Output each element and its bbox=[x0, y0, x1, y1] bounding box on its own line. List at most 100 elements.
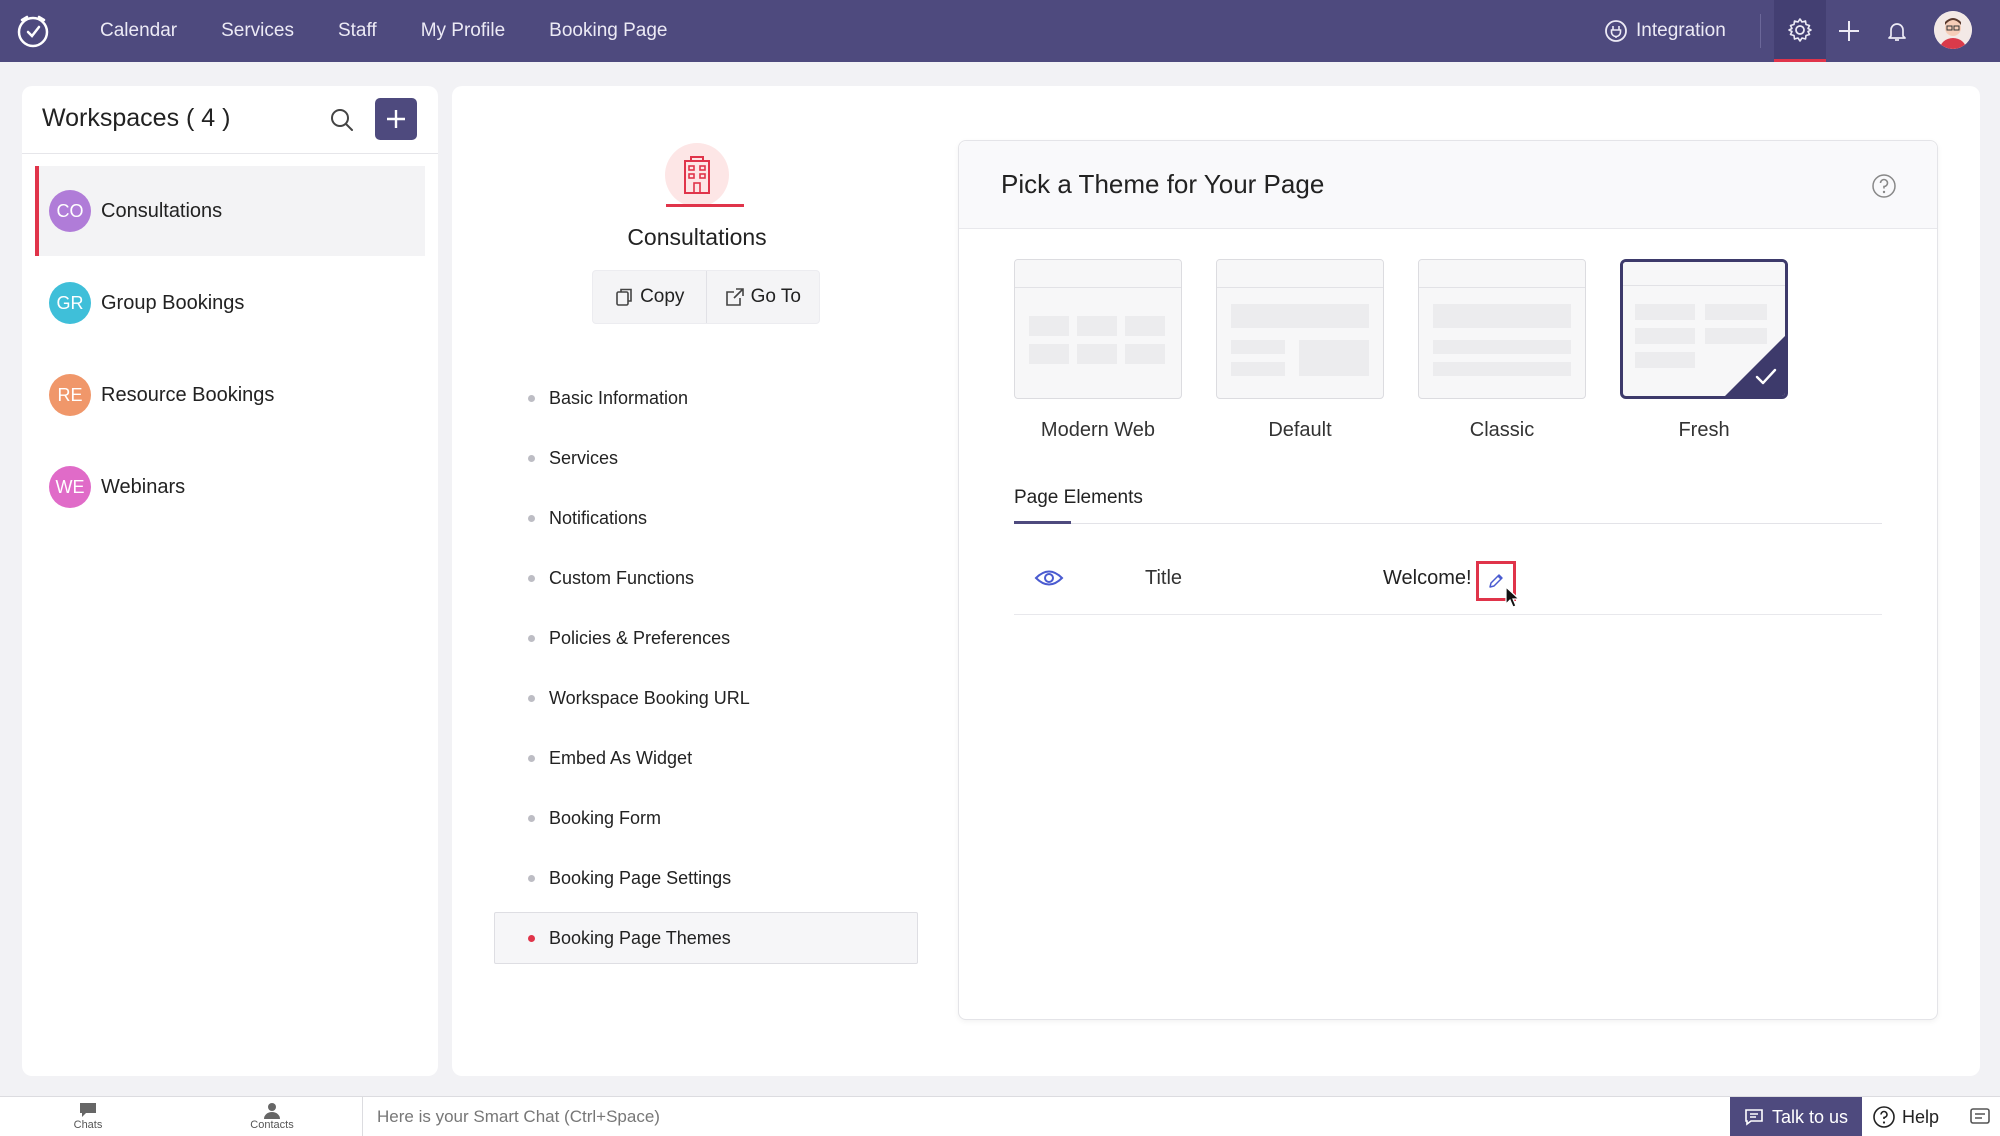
talk-to-us-label: Talk to us bbox=[1771, 1106, 1849, 1127]
nav-services[interactable]: Services bbox=[221, 20, 294, 42]
workspaces-header: Workspaces ( 4 ) bbox=[22, 86, 438, 154]
nav-staff[interactable]: Staff bbox=[338, 20, 377, 42]
contacts-button[interactable]: Contacts bbox=[232, 1101, 312, 1131]
menu-label: Custom Functions bbox=[549, 567, 695, 588]
page-element-row-title: Title Welcome! bbox=[1014, 549, 1882, 615]
chats-label: Chats bbox=[73, 1119, 103, 1131]
active-tab-indicator bbox=[1014, 521, 1071, 524]
menu-booking-page-settings[interactable]: Booking Page Settings bbox=[494, 848, 918, 908]
goto-label: Go To bbox=[750, 286, 801, 307]
menu-label: Services bbox=[549, 447, 619, 468]
menu-label: Booking Page Themes bbox=[549, 927, 731, 948]
menu-label: Embed As Widget bbox=[549, 747, 693, 768]
settings-menu: Basic Information Services Notifications… bbox=[494, 368, 918, 964]
building-icon bbox=[665, 143, 729, 207]
bullet bbox=[528, 814, 535, 822]
add-button[interactable] bbox=[1832, 14, 1866, 48]
bullet bbox=[528, 694, 535, 702]
menu-label: Policies & Preferences bbox=[549, 627, 731, 648]
menu-basic-information[interactable]: Basic Information bbox=[494, 368, 918, 428]
page-element-value: Welcome! bbox=[1383, 567, 1472, 589]
workspace-name: Resource Bookings bbox=[101, 383, 275, 406]
integration-icon bbox=[1605, 20, 1627, 42]
bell-icon bbox=[1888, 23, 1906, 41]
app-logo-icon[interactable] bbox=[14, 12, 52, 50]
menu-label: Booking Page Settings bbox=[549, 867, 732, 888]
menu-notifications[interactable]: Notifications bbox=[494, 488, 918, 548]
feedback-icon[interactable] bbox=[1968, 1105, 1992, 1129]
plus-icon bbox=[387, 110, 405, 128]
icon-underline bbox=[666, 204, 744, 207]
bullet bbox=[528, 394, 535, 402]
main-nav: Calendar Services Staff My Profile Booki… bbox=[100, 0, 668, 62]
theme-label: Classic bbox=[1469, 419, 1535, 441]
gear-icon bbox=[1788, 17, 1812, 42]
integration-label: Integration bbox=[1636, 20, 1726, 41]
help-circle-icon bbox=[1873, 1106, 1895, 1128]
workspace-item-webinars[interactable]: WE Webinars bbox=[35, 442, 425, 532]
menu-embed-as-widget[interactable]: Embed As Widget bbox=[494, 728, 918, 788]
theme-modern-web[interactable]: Modern Web bbox=[1014, 259, 1182, 442]
settings-button[interactable] bbox=[1774, 0, 1826, 62]
talk-to-us-button[interactable]: Talk to us bbox=[1730, 1097, 1862, 1136]
workspace-item-resource-bookings[interactable]: RE Resource Bookings bbox=[35, 350, 425, 440]
integration-button[interactable]: Integration bbox=[1604, 15, 1726, 47]
theme-fresh[interactable]: Fresh bbox=[1620, 259, 1788, 442]
bullet bbox=[528, 934, 535, 942]
person-icon bbox=[264, 1103, 280, 1119]
plus-icon bbox=[1839, 21, 1859, 41]
menu-booking-form[interactable]: Booking Form bbox=[494, 788, 918, 848]
menu-workspace-booking-url[interactable]: Workspace Booking URL bbox=[494, 668, 918, 728]
smart-chat-input[interactable]: Here is your Smart Chat (Ctrl+Space) bbox=[377, 1107, 660, 1127]
workspaces-title: Workspaces ( 4 ) bbox=[42, 104, 231, 132]
bullet bbox=[528, 634, 535, 642]
workspace-badge: WE bbox=[49, 466, 91, 508]
nav-my-profile[interactable]: My Profile bbox=[421, 20, 505, 42]
theme-thumbnail bbox=[1418, 259, 1586, 399]
menu-booking-page-themes[interactable]: Booking Page Themes bbox=[494, 912, 918, 964]
goto-button[interactable]: Go To bbox=[705, 271, 820, 323]
menu-services[interactable]: Services bbox=[494, 428, 918, 488]
nav-booking-page[interactable]: Booking Page bbox=[549, 20, 667, 42]
bottombar-divider bbox=[362, 1097, 363, 1136]
menu-label: Basic Information bbox=[549, 387, 689, 408]
theme-default[interactable]: Default bbox=[1216, 259, 1384, 442]
workspace-name: Group Bookings bbox=[101, 291, 245, 314]
theme-thumbnail-selected bbox=[1620, 259, 1788, 399]
menu-label: Workspace Booking URL bbox=[549, 687, 750, 708]
bullet bbox=[528, 754, 535, 762]
workspace-settings-panel: Consultations Copy Go To Basic Informati… bbox=[452, 86, 1980, 1076]
workspace-item-group-bookings[interactable]: GR Group Bookings bbox=[35, 258, 425, 348]
theme-label: Default bbox=[1268, 419, 1332, 441]
workspace-badge: CO bbox=[49, 190, 91, 232]
notifications-button[interactable] bbox=[1880, 14, 1914, 48]
theme-label: Fresh bbox=[1678, 419, 1730, 441]
search-icon[interactable] bbox=[328, 106, 356, 134]
external-link-icon bbox=[725, 288, 744, 306]
workspace-actions: Copy Go To bbox=[592, 270, 820, 324]
bullet bbox=[528, 514, 535, 522]
add-workspace-button[interactable] bbox=[375, 98, 417, 140]
workspace-item-consultations[interactable]: CO Consultations bbox=[35, 166, 425, 256]
bullet bbox=[528, 574, 535, 582]
theme-classic[interactable]: Classic bbox=[1418, 259, 1586, 442]
help-button[interactable]: Help bbox=[1872, 1097, 1939, 1136]
tab-page-elements[interactable]: Page Elements bbox=[1014, 487, 1143, 509]
chats-button[interactable]: Chats bbox=[48, 1101, 128, 1131]
check-icon bbox=[1755, 368, 1777, 385]
copy-button[interactable]: Copy bbox=[593, 271, 706, 323]
theme-thumbnail bbox=[1216, 259, 1384, 399]
bullet bbox=[528, 874, 535, 882]
theme-label: Modern Web bbox=[1040, 419, 1156, 441]
menu-policies-preferences[interactable]: Policies & Preferences bbox=[494, 608, 918, 668]
chat-bubble-icon bbox=[80, 1103, 96, 1117]
workspace-badge: GR bbox=[49, 282, 91, 324]
workspace-title: Consultations bbox=[627, 224, 767, 250]
menu-custom-functions[interactable]: Custom Functions bbox=[494, 548, 918, 608]
user-avatar[interactable] bbox=[1934, 11, 1972, 49]
nav-calendar[interactable]: Calendar bbox=[100, 20, 177, 42]
help-circle-icon[interactable] bbox=[1871, 173, 1897, 199]
eye-icon[interactable] bbox=[1034, 567, 1064, 589]
workspace-badge: RE bbox=[49, 374, 91, 416]
contacts-label: Contacts bbox=[250, 1119, 294, 1131]
